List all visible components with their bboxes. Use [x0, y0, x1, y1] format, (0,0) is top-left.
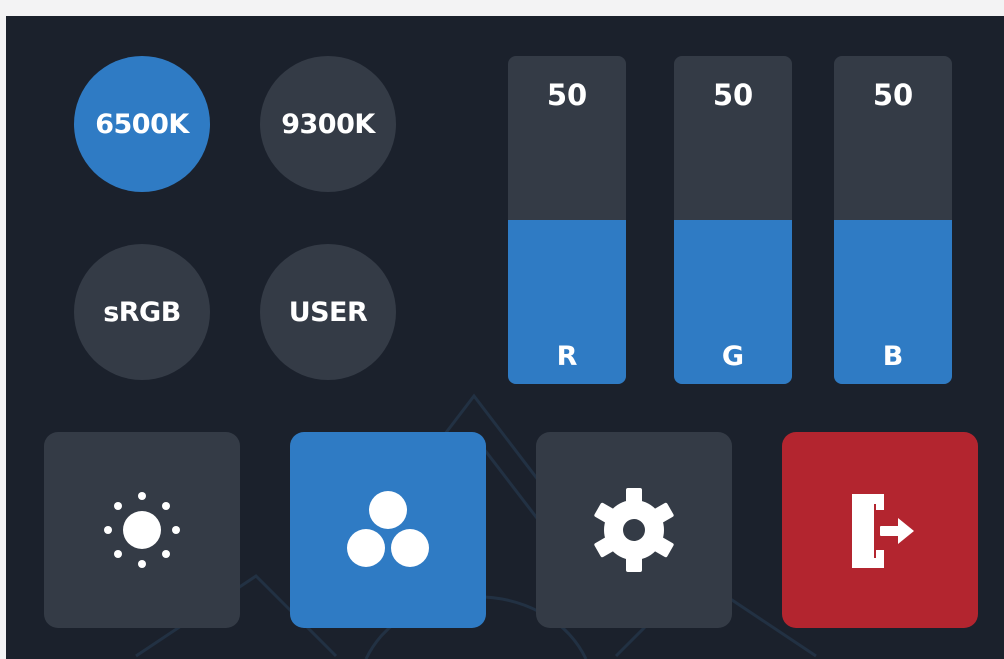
- slider-channel-label: G: [721, 341, 745, 372]
- slider-value: 50: [872, 78, 914, 112]
- color-settings-button[interactable]: [290, 432, 486, 628]
- slider-green[interactable]: 50 G: [674, 56, 792, 384]
- slider-blue[interactable]: 50 B: [834, 56, 952, 384]
- brightness-button[interactable]: [44, 432, 240, 628]
- preset-9300k-button[interactable]: 9300K: [260, 56, 396, 192]
- color-circles-icon: [347, 491, 429, 567]
- gear-icon: [594, 488, 674, 572]
- preset-user-button[interactable]: USER: [260, 244, 396, 380]
- preset-label: sRGB: [103, 296, 181, 328]
- preset-label: 9300K: [281, 108, 375, 140]
- slider-red[interactable]: 50 R: [508, 56, 626, 384]
- slider-channel-label: B: [882, 341, 904, 372]
- slider-channel-label: R: [556, 341, 578, 372]
- slider-value: 50: [712, 78, 754, 112]
- preset-label: USER: [288, 296, 368, 328]
- settings-button[interactable]: [536, 432, 732, 628]
- preset-srgb-button[interactable]: sRGB: [74, 244, 210, 380]
- preset-label: 6500K: [95, 108, 189, 140]
- exit-door-icon: [852, 494, 914, 568]
- preset-6500k-button[interactable]: 6500K: [74, 56, 210, 192]
- slider-value: 50: [546, 78, 588, 112]
- exit-button[interactable]: [782, 432, 978, 628]
- brightness-icon: [104, 492, 180, 568]
- osd-panel: 6500K 9300K sRGB USER 50 R 50 G 50 B: [6, 16, 1004, 659]
